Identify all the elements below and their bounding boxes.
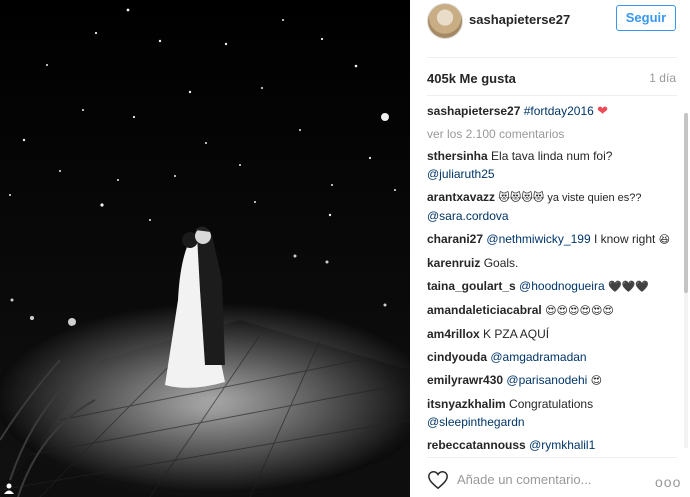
comment-item: itsnyazkhalim Congratulations @sleepinth… <box>427 395 682 431</box>
view-all-comments-link[interactable]: ver los 2.100 comentarios <box>427 125 682 143</box>
comment-username[interactable]: sthersinha <box>427 149 488 163</box>
comment-item: rebeccatannouss @rymkhalil1 <box>427 436 682 454</box>
laughing-emoji: 😆 <box>658 234 671 246</box>
header-divider <box>427 57 677 58</box>
comments-list: sashapieterse27 #fortday2016 ❤ ver los 2… <box>427 102 682 459</box>
post-time[interactable]: 1 día <box>649 71 676 85</box>
red-heart-emoji: ❤ <box>597 103 609 118</box>
comment-mention[interactable]: @parisanodehi <box>506 373 587 387</box>
comment-item: emilyrawr430 @parisanodehi 😍 <box>427 371 682 390</box>
comment-username[interactable]: rebeccatannouss <box>427 438 526 452</box>
caption-hashtag[interactable]: #fortday2016 <box>524 104 594 118</box>
heart-eyes-emoji: 😍 <box>590 375 603 387</box>
comment-username[interactable]: itsnyazkhalim <box>427 397 506 411</box>
comment-mention[interactable]: @amgadramadan <box>490 350 586 364</box>
comment-text: Ela tava linda num foi? <box>491 149 613 163</box>
comment-text: I know right <box>593 232 656 246</box>
comment-item: charani27 @nethmiwicky_199 I know right … <box>427 230 682 249</box>
comment-username[interactable]: cindyouda <box>427 350 487 364</box>
add-comment-input[interactable]: Añade un comentario... <box>457 472 591 487</box>
follow-button[interactable]: Seguir <box>616 5 676 31</box>
comment-mention[interactable]: @hoodnogueira <box>519 279 605 293</box>
comment-text: Goals. <box>483 256 519 270</box>
comment-mention[interactable]: @rymkhalil1 <box>529 438 595 452</box>
comment-mention[interactable]: @juliaruth25 <box>427 167 495 181</box>
comment-mention[interactable]: @sleepinthegardn <box>427 415 525 429</box>
comment-item: taina_goulart_s @hoodnogueira 🖤🖤🖤 <box>427 277 682 296</box>
comment-text: 😻😻😻😻 ya viste quien es?? <box>498 192 642 204</box>
comment-username[interactable]: karenruiz <box>427 256 480 270</box>
comment-username[interactable]: charani27 <box>427 232 483 246</box>
footer-divider <box>427 457 677 458</box>
comment-text: K PZA AQUÍ <box>483 327 550 341</box>
heart-outline-icon[interactable] <box>427 469 449 491</box>
post-header: sashapieterse27 Seguir <box>410 0 690 40</box>
instagram-post: sashapieterse27 Seguir 405k Me gusta 1 d… <box>0 0 690 497</box>
comment-mention[interactable]: @sara.cordova <box>427 209 509 223</box>
wedding-dance-image <box>0 0 410 497</box>
likes-divider <box>427 95 677 96</box>
post-photo[interactable] <box>0 0 410 497</box>
comment-username[interactable]: taina_goulart_s <box>427 279 516 293</box>
caption-username[interactable]: sashapieterse27 <box>427 104 520 118</box>
comment-mention[interactable]: @nethmiwicky_199 <box>486 232 590 246</box>
post-side-panel: sashapieterse27 Seguir 405k Me gusta 1 d… <box>410 0 690 497</box>
author-avatar[interactable] <box>427 3 463 39</box>
comment-item: amandaleticiacabral 😍😍😍😍😍😍 <box>427 301 682 320</box>
comment-item: cindyouda @amgadramadan <box>427 348 682 366</box>
comment-item: sthersinha Ela tava linda num foi? @juli… <box>427 147 682 183</box>
black-heart-emoji: 🖤🖤🖤 <box>607 281 650 293</box>
comment-username[interactable]: amandaleticiacabral <box>427 303 542 317</box>
comment-username[interactable]: am4rillox <box>427 327 480 341</box>
heart-eyes-emoji: 😍😍😍😍😍😍 <box>545 305 614 317</box>
author-username[interactable]: sashapieterse27 <box>469 12 570 27</box>
post-footer: Añade un comentario... ooo <box>410 462 690 497</box>
scrollbar-thumb[interactable] <box>684 113 688 293</box>
comment-item: karenruiz Goals. <box>427 254 682 272</box>
comment-username[interactable]: emilyrawr430 <box>427 373 503 387</box>
comments-scrollbar[interactable] <box>684 113 688 448</box>
user-tag-icon[interactable] <box>3 482 15 494</box>
comment-item: arantxavazz 😻😻😻😻 ya viste quien es?? @sa… <box>427 188 682 225</box>
likes-count[interactable]: 405k Me gusta <box>427 71 516 86</box>
comment-item: am4rillox K PZA AQUÍ <box>427 325 682 343</box>
comment-text: Congratulations <box>509 397 594 411</box>
more-options-icon[interactable]: ooo <box>655 474 681 490</box>
comment-username[interactable]: arantxavazz <box>427 190 495 204</box>
caption: sashapieterse27 #fortday2016 ❤ <box>427 102 682 120</box>
